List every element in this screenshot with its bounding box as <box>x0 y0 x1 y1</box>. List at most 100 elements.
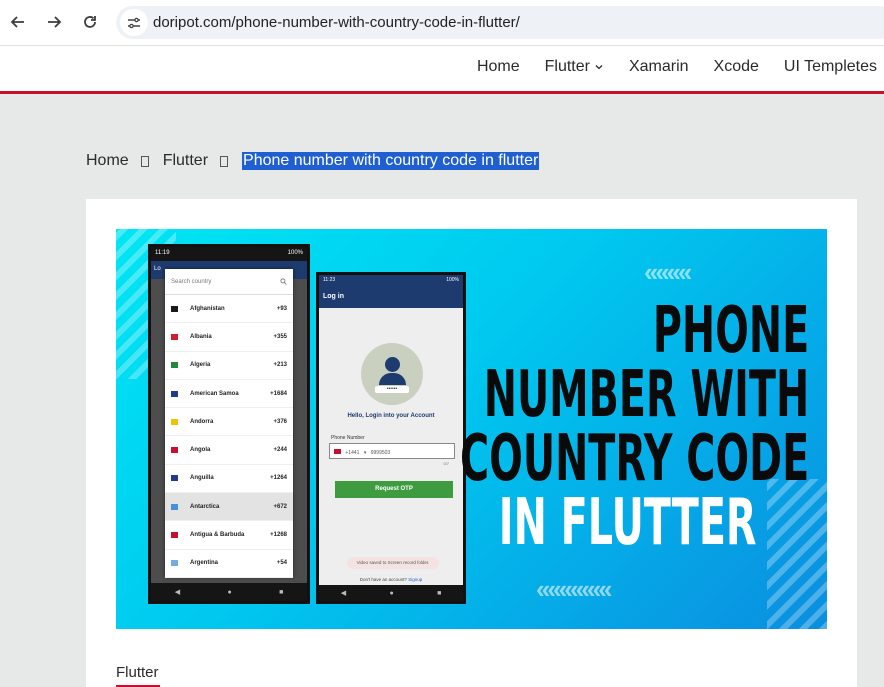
flag-icon <box>171 333 178 340</box>
country-name: Anguilla <box>190 475 214 482</box>
country-row: American Samoa +1684 <box>165 380 293 409</box>
char-counter: 0/7 <box>443 461 449 466</box>
user-head-icon <box>385 357 400 372</box>
country-name: Albania <box>190 333 212 340</box>
country-name: Argentina <box>190 560 219 567</box>
site-info-button[interactable] <box>120 9 148 36</box>
phone-value: 9999503 <box>370 450 391 456</box>
country-dial-code: +213 <box>273 362 287 369</box>
country-dialog: Search country Afghanistan +93 Albania +355… <box>165 269 293 578</box>
url-text: doripot.com/phone-number-with-country-co… <box>153 14 520 31</box>
flag-icon <box>171 475 178 482</box>
chevron-down-icon <box>595 65 603 70</box>
phone-field: +1441 ▾ 9999503 <box>329 443 455 459</box>
headline-line: COUNTRY CODE <box>459 422 809 496</box>
menu-item-xcode[interactable]: Xcode <box>714 58 759 76</box>
country-dial-code: +244 <box>273 447 287 454</box>
user-body-icon <box>379 373 406 385</box>
country-name: Algeria <box>190 362 211 369</box>
flag-icon <box>171 447 178 454</box>
breadcrumb-home[interactable]: Home <box>86 152 129 170</box>
recents-square-icon: ■ <box>279 588 284 596</box>
menu-item-label: UI Templetes <box>783 58 877 75</box>
country-dial-code: +1264 <box>270 475 287 482</box>
breadcrumb-flutter[interactable]: Flutter <box>163 152 208 170</box>
country-row: Albania +355 <box>165 323 293 352</box>
post-card: ‹‹‹‹‹‹‹‹ ‹‹‹‹‹‹‹‹‹‹‹‹‹ 11:19 100% Lo Sea… <box>86 199 857 687</box>
phone-prefix: +1441 <box>345 450 360 456</box>
flag-icon <box>171 532 178 539</box>
tune-icon <box>128 17 140 28</box>
banner-headline: PHONE NUMBER WITH COUNTRY CODE IN FLUTTE… <box>460 299 809 555</box>
country-name: Andorra <box>190 418 214 425</box>
country-name: Afghanistan <box>190 305 225 312</box>
country-row: Antarctica +672 <box>165 493 293 522</box>
browser-toolbar: doripot.com/phone-number-with-country-co… <box>0 0 884 46</box>
status-battery: 100% <box>287 250 303 256</box>
country-name: Antarctica <box>190 503 220 510</box>
country-dial-code: +376 <box>273 418 287 425</box>
country-row: Argentina +54 <box>165 550 293 578</box>
headline-line: NUMBER WITH <box>483 358 809 432</box>
signup-text: Don't have an account? <box>359 577 407 582</box>
reload-icon <box>84 16 96 28</box>
address-bar[interactable]: doripot.com/phone-number-with-country-co… <box>116 6 884 39</box>
home-circle-icon: ● <box>227 588 232 596</box>
featured-image: ‹‹‹‹‹‹‹‹ ‹‹‹‹‹‹‹‹‹‹‹‹‹ 11:19 100% Lo Sea… <box>116 229 827 629</box>
phone-mockup-country-picker: 11:19 100% Lo Search country Afghanistan… <box>148 244 310 604</box>
country-row: Antigua & Barbuda +1268 <box>165 521 293 550</box>
country-dial-code: +1268 <box>270 532 287 539</box>
flag-icon <box>171 503 178 510</box>
country-dial-code: +54 <box>276 560 287 567</box>
flag-icon <box>171 560 178 567</box>
menu-item-flutter[interactable]: Flutter <box>545 58 604 76</box>
headline-line: PHONE <box>652 294 809 368</box>
menu-item-label: Xcode <box>713 58 759 75</box>
forward-button[interactable] <box>43 11 65 33</box>
country-search-placeholder: Search country <box>171 278 212 285</box>
menu-item-xamarin[interactable]: Xamarin <box>629 58 689 76</box>
breadcrumb-separator-icon <box>220 155 229 167</box>
android-nav-bar: ◀ ● ■ <box>319 585 463 601</box>
back-triangle-icon: ◀ <box>340 590 347 597</box>
decorative-chevrons: ‹‹‹‹‹‹‹‹ <box>644 257 692 287</box>
menu-item-home[interactable]: Home <box>477 58 520 76</box>
breadcrumb: Home Flutter Phone number with country c… <box>86 152 540 170</box>
home-circle-icon: ● <box>389 589 394 597</box>
status-bar: 11:19 100% <box>151 247 307 261</box>
flag-icon <box>171 390 178 397</box>
country-name: Antigua & Barbuda <box>190 532 245 539</box>
country-list: Afghanistan +93 Albania +355 Algeria +213 Amer… <box>165 295 293 578</box>
app-bar-title: Log in <box>319 286 463 308</box>
arrow-left-icon <box>10 16 24 28</box>
phone-label: Phone Number <box>331 435 365 441</box>
country-dial-code: +1684 <box>270 390 287 397</box>
breadcrumb-current: Phone number with country code in flutte… <box>242 152 540 170</box>
main-menu: Home Flutter Xamarin Xcode UI Templetes <box>477 58 877 76</box>
menu-item-label: Home <box>476 58 520 75</box>
signup-link: Signup <box>408 577 423 582</box>
country-row: Andorra +376 <box>165 408 293 437</box>
back-triangle-icon: ◀ <box>174 589 181 596</box>
android-nav-bar: ◀ ● ■ <box>151 583 307 601</box>
avatar: •••••• <box>361 343 423 405</box>
reload-button[interactable] <box>79 11 101 33</box>
flag-icon <box>171 305 178 312</box>
breadcrumb-separator-icon <box>140 155 149 167</box>
status-time: 11:23 <box>323 277 336 283</box>
status-time: 11:19 <box>155 250 170 256</box>
country-row: Afghanistan +93 <box>165 295 293 324</box>
search-icon <box>280 278 287 285</box>
back-button[interactable] <box>7 11 29 33</box>
pin-dots: •••••• <box>375 386 409 393</box>
headline-line: IN FLUTTER <box>498 486 757 560</box>
country-row: Algeria +213 <box>165 352 293 380</box>
request-otp-button: Request OTP <box>335 481 453 498</box>
country-row: Anguilla +1264 <box>165 465 293 494</box>
category-link[interactable]: Flutter <box>116 664 159 681</box>
login-greeting: Hello, Login into your Account <box>347 413 435 419</box>
menu-item-label: Flutter <box>544 58 590 75</box>
menu-item-ui-templetes[interactable]: UI Templetes <box>784 58 877 76</box>
country-name: American Samoa <box>190 390 239 397</box>
country-row: Angola +244 <box>165 436 293 465</box>
